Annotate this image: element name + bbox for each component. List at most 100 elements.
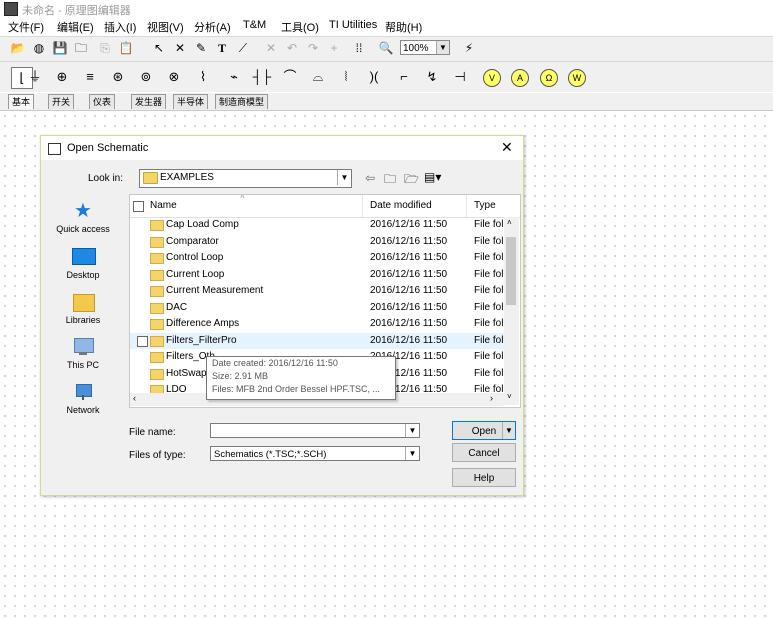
tab-switches[interactable]: 开关 xyxy=(48,94,75,109)
battery-icon[interactable]: ≡ xyxy=(80,67,100,87)
undo-icon[interactable]: ↶ xyxy=(283,39,301,57)
open-button[interactable]: Open ▼ xyxy=(452,421,516,440)
open-dropdown-icon[interactable]: ▼ xyxy=(502,422,515,439)
file-date: 2016/12/16 11:50 xyxy=(370,285,448,296)
chevron-down-icon[interactable]: ▼ xyxy=(337,170,351,185)
look-in-select[interactable]: EXAMPLES ▼ xyxy=(139,169,352,188)
place-quick-access[interactable]: ★ Quick access xyxy=(47,200,119,234)
zoom-select[interactable]: 100% ▼ xyxy=(400,40,450,55)
place-desktop[interactable]: Desktop xyxy=(47,246,119,280)
menu-analysis[interactable]: 分析(A) xyxy=(194,19,231,35)
file-row[interactable]: Current Measurement 2016/12/16 11:50 File … xyxy=(130,283,506,299)
cross-icon[interactable]: + xyxy=(325,39,343,57)
menu-ti-utilities[interactable]: TI Utilities xyxy=(329,19,377,31)
file-name-input[interactable]: ▼ xyxy=(210,423,420,438)
cancel-button[interactable]: Cancel xyxy=(452,443,516,462)
new-folder-icon[interactable]: 🗁 xyxy=(404,170,419,191)
help-button[interactable]: Help xyxy=(452,468,516,487)
inductor-icon[interactable]: ⌒ xyxy=(280,67,300,87)
file-name: Cap Load Comp xyxy=(166,219,239,230)
probe-icon[interactable]: ⚡ xyxy=(460,39,478,57)
close-icon[interactable]: ✕ xyxy=(501,139,513,156)
open-web-icon[interactable]: ◍ xyxy=(30,39,48,57)
tab-semiconductors[interactable]: 半导体 xyxy=(173,94,209,109)
back-arrow-icon[interactable]: ⇦ xyxy=(365,171,375,185)
redo-icon[interactable]: ↷ xyxy=(304,39,322,57)
component-palette: ⌊ ⏚ ⊕ ≡ ⊛ ⊚ ⊗ ⌇ ⌁ ┤├ ⌒ ⌓ ⦚ )( ⌐ ↯ ⊣ V A … xyxy=(0,62,773,92)
ohmmeter-icon[interactable]: Ω xyxy=(540,69,558,87)
file-row[interactable]: Control Loop 2016/12/16 11:50 File fol xyxy=(130,250,506,266)
vertical-scrollbar[interactable]: ˄ ˅ xyxy=(504,217,519,405)
capacitor-icon[interactable]: ┤├ xyxy=(252,67,272,87)
chevron-down-icon[interactable]: ▼ xyxy=(405,424,419,437)
tab-basic[interactable]: 基本 xyxy=(8,94,35,109)
column-type[interactable]: Type xyxy=(474,200,496,211)
tab-generators[interactable]: 发生器 xyxy=(131,94,167,109)
coil-icon[interactable]: ⌓ xyxy=(308,67,328,87)
controlled-source-icon[interactable]: ⊗ xyxy=(164,67,184,87)
view-menu-icon[interactable]: ▤▾ xyxy=(424,170,441,184)
select-arrow-icon[interactable]: ↖ xyxy=(150,39,168,57)
menu-file[interactable]: 文件(F) xyxy=(8,19,44,35)
file-row[interactable]: Current Loop 2016/12/16 11:50 File fol xyxy=(130,267,506,283)
file-type-select[interactable]: Schematics (*.TSC;*.SCH) ▼ xyxy=(210,446,420,461)
menu-view[interactable]: 视图(V) xyxy=(147,19,184,35)
scroll-right-icon[interactable]: › xyxy=(490,393,493,403)
voltage-source-icon[interactable]: ⊕ xyxy=(52,67,72,87)
chevron-down-icon[interactable]: ▼ xyxy=(405,447,419,460)
resistor-icon[interactable]: ⌇ xyxy=(193,67,213,87)
tab-manufacturer-models[interactable]: 制造商模型 xyxy=(215,94,269,109)
menu-insert[interactable]: 插入(I) xyxy=(104,19,136,35)
voltmeter-icon[interactable]: V xyxy=(483,69,501,87)
file-row[interactable]: Cap Load Comp 2016/12/16 11:50 File fol xyxy=(130,217,506,233)
file-row[interactable]: Difference Amps 2016/12/16 11:50 File fol xyxy=(130,316,506,332)
file-type: File fol xyxy=(474,318,504,329)
terminal-icon[interactable]: ⊣ xyxy=(450,67,470,87)
row-checkbox[interactable] xyxy=(137,335,148,347)
up-folder-icon[interactable]: 🗀 xyxy=(384,170,396,191)
scroll-up-icon[interactable]: ˄ xyxy=(507,218,512,227)
menu-tm[interactable]: T&M xyxy=(243,19,266,31)
relay-icon[interactable]: ↯ xyxy=(422,67,442,87)
zoom-icon[interactable]: 🔍 xyxy=(377,39,395,57)
select-all-checkbox[interactable] xyxy=(133,201,144,212)
scroll-thumb[interactable] xyxy=(506,237,516,305)
wire-tool-icon[interactable]: ✕ xyxy=(171,39,189,57)
file-name: Current Measurement xyxy=(166,285,264,296)
column-name[interactable]: Name xyxy=(150,200,177,211)
wattmeter-icon[interactable]: W xyxy=(568,69,586,87)
menu-help[interactable]: 帮助(H) xyxy=(385,19,422,35)
ac-source-icon[interactable]: ⊚ xyxy=(136,67,156,87)
open-folder-icon[interactable]: 📂 xyxy=(9,39,27,57)
column-date-modified[interactable]: Date modified xyxy=(370,200,432,211)
line-tool-icon[interactable]: ⟋ xyxy=(234,39,252,57)
current-source-icon[interactable]: ⊛ xyxy=(108,67,128,87)
chevron-down-icon[interactable]: ▼ xyxy=(436,41,449,54)
ammeter-icon[interactable]: A xyxy=(511,69,529,87)
place-network[interactable]: Network xyxy=(47,381,119,415)
pencil-icon[interactable]: ✎ xyxy=(192,39,210,57)
save-icon[interactable]: 💾 xyxy=(51,39,69,57)
scroll-left-icon[interactable]: ‹ xyxy=(133,393,136,403)
transformer-icon[interactable]: ⦚ xyxy=(336,67,356,87)
copy-icon[interactable]: ⎘ xyxy=(96,39,114,57)
ground-icon[interactable]: ⏚ xyxy=(25,67,45,87)
file-row[interactable]: Comparator 2016/12/16 11:50 File fol xyxy=(130,234,506,250)
tab-meters[interactable]: 仪表 xyxy=(89,94,116,109)
place-this-pc[interactable]: This PC xyxy=(47,336,119,370)
menu-edit[interactable]: 编辑(E) xyxy=(57,19,94,35)
file-type: File fol xyxy=(474,268,504,280)
paste-icon[interactable]: 📋 xyxy=(117,39,135,57)
grid-icon[interactable]: ⁞⁞ xyxy=(350,39,368,57)
scroll-down-icon[interactable]: ˅ xyxy=(507,392,512,401)
file-row[interactable]: Filters_FilterPro 2016/12/16 11:50 File fo… xyxy=(130,332,506,349)
delete-icon[interactable]: ✕ xyxy=(262,39,280,57)
coupled-inductor-icon[interactable]: )( xyxy=(364,67,384,87)
save-folder-icon[interactable]: 🗀 xyxy=(72,39,90,57)
switch-icon[interactable]: ⌐ xyxy=(394,67,414,87)
menu-tools[interactable]: 工具(O) xyxy=(281,19,319,35)
variable-resistor-icon[interactable]: ⌁ xyxy=(224,67,244,87)
text-tool-icon[interactable]: T xyxy=(213,39,231,57)
place-libraries[interactable]: Libraries xyxy=(47,291,119,325)
file-row[interactable]: DAC 2016/12/16 11:50 File fol xyxy=(130,300,506,316)
